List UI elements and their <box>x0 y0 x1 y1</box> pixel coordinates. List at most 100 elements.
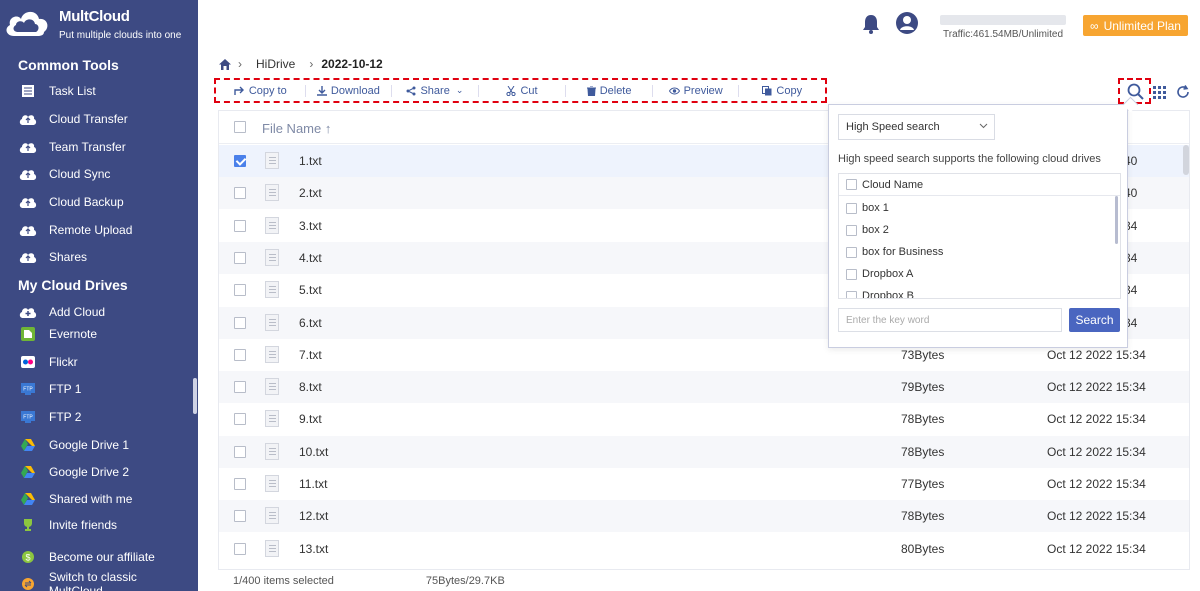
table-row[interactable]: 11.txt 77Bytes Oct 12 2022 15:34 <box>219 468 1189 500</box>
sidebar-item-invite-friends[interactable]: Invite friends <box>18 514 193 536</box>
sidebar-item-ftp-2[interactable]: FTP FTP 2 <box>18 406 193 428</box>
sidebar-item-remote-upload[interactable]: Remote Upload <box>18 219 193 241</box>
cloud-list-item[interactable]: box 1 <box>839 197 1120 219</box>
refresh-icon[interactable] <box>1176 85 1190 99</box>
cloud-checkbox[interactable] <box>846 290 857 298</box>
sidebar-item-label: Google Drive 2 <box>49 465 130 479</box>
cloud-checkbox[interactable] <box>846 268 857 280</box>
unlimited-plan-button[interactable]: ∞ Unlimited Plan <box>1083 15 1188 36</box>
row-checkbox[interactable] <box>234 478 246 490</box>
sidebar-item-google-drive-2[interactable]: Google Drive 2 <box>18 461 193 483</box>
row-checkbox[interactable] <box>234 413 246 426</box>
row-checkbox[interactable] <box>234 445 246 458</box>
file-name[interactable]: 3.txt <box>299 219 322 233</box>
file-name[interactable]: 11.txt <box>299 477 327 491</box>
file-name[interactable]: 10.txt <box>299 445 328 459</box>
file-name[interactable]: 13.txt <box>299 542 328 556</box>
file-name[interactable]: 2.txt <box>299 186 322 200</box>
text-file-icon <box>265 378 279 396</box>
select-all-clouds-checkbox[interactable] <box>846 179 857 190</box>
search-mode-select[interactable]: High Speed search <box>838 114 995 140</box>
row-checkbox[interactable] <box>234 251 246 264</box>
row-checkbox[interactable] <box>234 542 246 555</box>
sidebar-item-cloud-sync[interactable]: Cloud Sync <box>18 163 193 185</box>
row-checkbox[interactable] <box>234 316 246 329</box>
grid-view-icon[interactable] <box>1153 86 1166 99</box>
svg-text:FTP: FTP <box>23 415 33 421</box>
file-name[interactable]: 8.txt <box>299 380 322 394</box>
file-name[interactable]: 9.txt <box>299 412 322 426</box>
row-checkbox[interactable] <box>234 381 246 394</box>
chevron-down-icon: ⌄ <box>455 85 464 95</box>
file-name[interactable]: 4.txt <box>299 251 322 265</box>
copy-to-button[interactable]: Copy to <box>216 80 305 101</box>
cloud-name: box for Business <box>862 246 944 258</box>
sidebar-item-evernote[interactable]: Evernote <box>18 323 193 345</box>
file-name[interactable]: 7.txt <box>299 348 322 362</box>
cloud-list-scrollbar[interactable] <box>1115 196 1118 244</box>
sidebar-item-ftp-1[interactable]: FTP FTP 1 <box>18 378 193 400</box>
download-label: Download <box>330 84 380 97</box>
share-button[interactable]: Share ⌄ <box>392 80 478 101</box>
file-name[interactable]: 12.txt <box>299 509 328 523</box>
ftp-icon: FTP <box>18 381 38 397</box>
row-checkbox[interactable] <box>234 219 246 232</box>
traffic-text: Traffic:461.54MB/Unlimited <box>943 29 1064 40</box>
home-icon[interactable] <box>218 58 232 71</box>
table-scrollbar[interactable] <box>1183 145 1189 175</box>
top-header: Traffic:461.54MB/Unlimited ∞ Unlimited P… <box>198 0 1200 50</box>
sidebar-item-become-our-affiliate[interactable]: $ Become our affiliate <box>18 546 193 568</box>
sidebar-item-cloud-backup[interactable]: Cloud Backup <box>18 191 193 213</box>
sidebar-item-team-transfer[interactable]: Team Transfer <box>18 136 193 158</box>
sidebar-item-add-cloud[interactable]: Add Cloud <box>18 301 193 323</box>
add-cloud-icon <box>18 304 38 320</box>
table-row[interactable]: 9.txt 78Bytes Oct 12 2022 15:34 <box>219 403 1189 435</box>
cloud-backup-icon <box>18 194 38 210</box>
cloud-list-item[interactable]: Dropbox B <box>839 285 1120 298</box>
table-row[interactable]: 12.txt 78Bytes Oct 12 2022 15:34 <box>219 500 1189 533</box>
row-checkbox[interactable] <box>234 187 246 200</box>
user-avatar-icon[interactable] <box>896 12 918 34</box>
search-keyword-input[interactable]: Enter the key word <box>838 308 1062 332</box>
bell-icon[interactable] <box>862 14 880 34</box>
row-checkbox[interactable] <box>234 348 246 361</box>
file-name-header[interactable]: File Name ↑ <box>262 121 331 136</box>
copy-button[interactable]: Copy <box>739 80 825 101</box>
brand-tagline: Put multiple clouds into one <box>59 30 182 41</box>
cloud-checkbox[interactable] <box>846 246 857 258</box>
sidebar-item-shared-with-me[interactable]: Shared with me <box>18 488 193 510</box>
cut-button[interactable]: Cut <box>479 80 566 101</box>
row-checkbox[interactable] <box>234 155 246 167</box>
sidebar-item-cloud-transfer[interactable]: Cloud Transfer <box>18 108 193 130</box>
file-name[interactable]: 5.txt <box>299 283 322 297</box>
preview-button[interactable]: Preview <box>653 80 739 101</box>
file-name[interactable]: 1.txt <box>299 154 322 168</box>
sidebar-item-shares[interactable]: Shares <box>18 246 193 268</box>
breadcrumb-root[interactable]: HiDrive <box>256 57 295 71</box>
logo[interactable]: MultCloud Put multiple clouds into one <box>4 4 194 44</box>
select-all-checkbox[interactable] <box>234 121 246 133</box>
download-button[interactable]: Download <box>306 80 392 101</box>
cloud-checkbox[interactable] <box>846 202 857 214</box>
table-row[interactable]: 10.txt 78Bytes Oct 12 2022 15:34 <box>219 435 1189 468</box>
table-row[interactable]: 13.txt 80Bytes Oct 12 2022 15:34 <box>219 533 1189 565</box>
row-checkbox[interactable] <box>234 284 246 297</box>
cloud-transfer-icon <box>18 111 38 127</box>
text-file-icon <box>265 216 279 234</box>
sidebar-item-task-list[interactable]: Task List <box>18 80 193 102</box>
file-name[interactable]: 6.txt <box>299 316 322 330</box>
search-button[interactable]: Search <box>1069 308 1120 332</box>
delete-button[interactable]: Delete <box>566 80 652 101</box>
cloud-list-item[interactable]: box 2 <box>839 219 1120 241</box>
cloud-list: Cloud Name box 1 box 2 box for Business Dro… <box>838 173 1121 299</box>
sidebar-item-google-drive-1[interactable]: Google Drive 1 <box>18 434 193 456</box>
sidebar-item-flickr[interactable]: Flickr <box>18 351 193 373</box>
row-checkbox[interactable] <box>234 510 246 523</box>
breadcrumb-current: 2022-10-12 <box>321 57 383 71</box>
sidebar-scrollbar[interactable] <box>193 378 197 414</box>
table-row[interactable]: 8.txt 79Bytes Oct 12 2022 15:34 <box>219 371 1189 404</box>
cloud-list-item[interactable]: box for Business <box>839 241 1120 263</box>
cloud-list-item[interactable]: Dropbox A <box>839 263 1120 285</box>
sidebar-item-switch-to-classic-multcloud[interactable]: Switch to classic MultCloud <box>18 570 193 591</box>
cloud-checkbox[interactable] <box>846 224 857 236</box>
